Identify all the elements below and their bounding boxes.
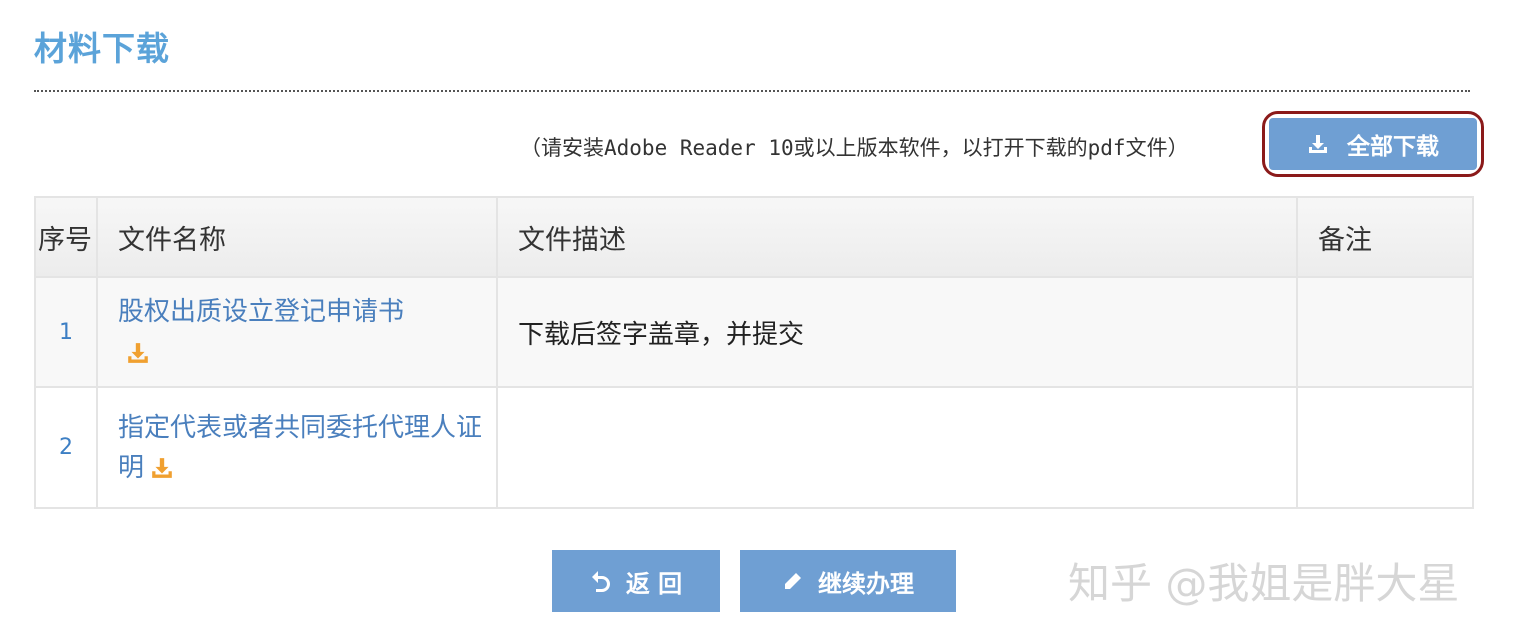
- materials-table: 序号 文件名称 文件描述 备注 1 股权出质设立登记申请书 下载后签字盖章，并提…: [34, 196, 1474, 509]
- file-desc-cell: [496, 386, 1298, 509]
- download-all-button[interactable]: 全部下载: [1269, 118, 1477, 170]
- header-file-name: 文件名称: [96, 196, 498, 278]
- pdf-reader-hint: （请安装Adobe Reader 10或以上版本软件，以打开下载的pdf文件）: [520, 136, 1189, 160]
- section-title: 材料下载: [34, 29, 170, 68]
- back-button[interactable]: 返 回: [552, 550, 720, 612]
- dotted-divider: [34, 90, 1470, 92]
- remark-cell: [1296, 386, 1474, 509]
- download-icon[interactable]: [126, 341, 150, 365]
- download-icon[interactable]: [150, 456, 174, 480]
- watermark: 知乎 @我姐是胖大星: [1068, 559, 1460, 608]
- remark-cell: [1296, 276, 1474, 388]
- header-remark: 备注: [1296, 196, 1474, 278]
- download-all-label: 全部下载: [1347, 134, 1439, 160]
- file-name-cell: 股权出质设立登记申请书: [96, 276, 498, 388]
- download-all-highlight: 全部下载: [1262, 111, 1484, 177]
- pencil-icon: [785, 573, 801, 589]
- row-number: 2: [34, 386, 98, 509]
- download-icon: [1309, 135, 1327, 153]
- table-header-row: 序号 文件名称 文件描述 备注: [34, 196, 1474, 278]
- continue-label: 继续办理: [818, 569, 914, 598]
- table-row: 1 股权出质设立登记申请书 下载后签字盖章，并提交: [34, 276, 1474, 388]
- back-label: 返 回: [625, 569, 683, 598]
- return-arrow-icon: [591, 571, 610, 592]
- table-row: 2 指定代表或者共同委托代理人证明: [34, 386, 1474, 509]
- file-name-cell: 指定代表或者共同委托代理人证明: [96, 386, 498, 509]
- continue-button[interactable]: 继续办理: [740, 550, 956, 612]
- file-desc-cell: 下载后签字盖章，并提交: [496, 276, 1298, 388]
- header-no: 序号: [34, 196, 98, 278]
- header-file-desc: 文件描述: [496, 196, 1298, 278]
- row-number: 1: [34, 276, 98, 388]
- file-name-link[interactable]: 股权出质设立登记申请书: [118, 297, 404, 327]
